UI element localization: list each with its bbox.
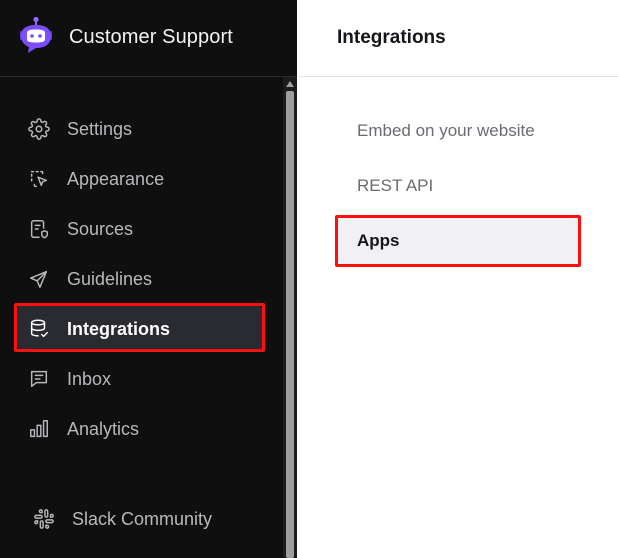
bot-logo-icon[interactable] [16,16,56,56]
sidebar-scrollbar[interactable] [283,77,297,558]
cursor-select-icon [30,170,48,188]
slack-community-link[interactable]: Slack Community [19,496,269,542]
sidebar-item-label: Integrations [67,319,171,339]
document-shield-icon [30,220,48,239]
sidebar-item-inbox[interactable]: Inbox [14,356,264,402]
subnav-label: Embed on your website [357,121,535,140]
sidebar-item-label: Settings [67,119,133,139]
sidebar-item-integrations[interactable]: Integrations [14,306,264,352]
sidebar-item-guidelines[interactable]: Guidelines [14,256,264,302]
sidebar-item-label: Inbox [67,369,112,389]
app-title: Customer Support [69,26,233,48]
slack-community-label: Slack Community [72,509,213,529]
subnav-label: REST API [357,176,434,195]
scrollbar-thumb[interactable] [286,91,294,558]
sidebar-item-label: Appearance [67,169,165,189]
sidebar-item-label: Sources [67,219,134,239]
main-header: Integrations [297,0,618,77]
sidebar-item-analytics[interactable]: Analytics [14,406,264,452]
sidebar-header: Customer Support [0,0,297,77]
sidebar-item-settings[interactable]: Settings [14,106,264,152]
subnav-embed-website[interactable]: Embed on your website [338,108,578,154]
sidebar-item-label: Guidelines [67,269,153,289]
scroll-up-arrow-icon[interactable] [286,81,294,87]
subnav-apps[interactable]: Apps [338,218,578,264]
sidebar: Customer Support Settings Appearance Sou… [0,0,297,558]
message-square-icon [30,370,48,388]
slack-icon [34,509,54,529]
page-title: Integrations [337,27,446,48]
gear-icon [28,118,50,140]
sidebar-item-sources[interactable]: Sources [14,206,264,252]
bar-chart-icon [30,420,48,438]
subnav-label: Apps [357,231,400,250]
subnav-rest-api[interactable]: REST API [338,163,578,209]
database-check-icon [30,319,48,338]
sidebar-item-label: Analytics [67,419,140,439]
sidebar-item-appearance[interactable]: Appearance [14,156,264,202]
send-arrow-icon [30,270,48,288]
